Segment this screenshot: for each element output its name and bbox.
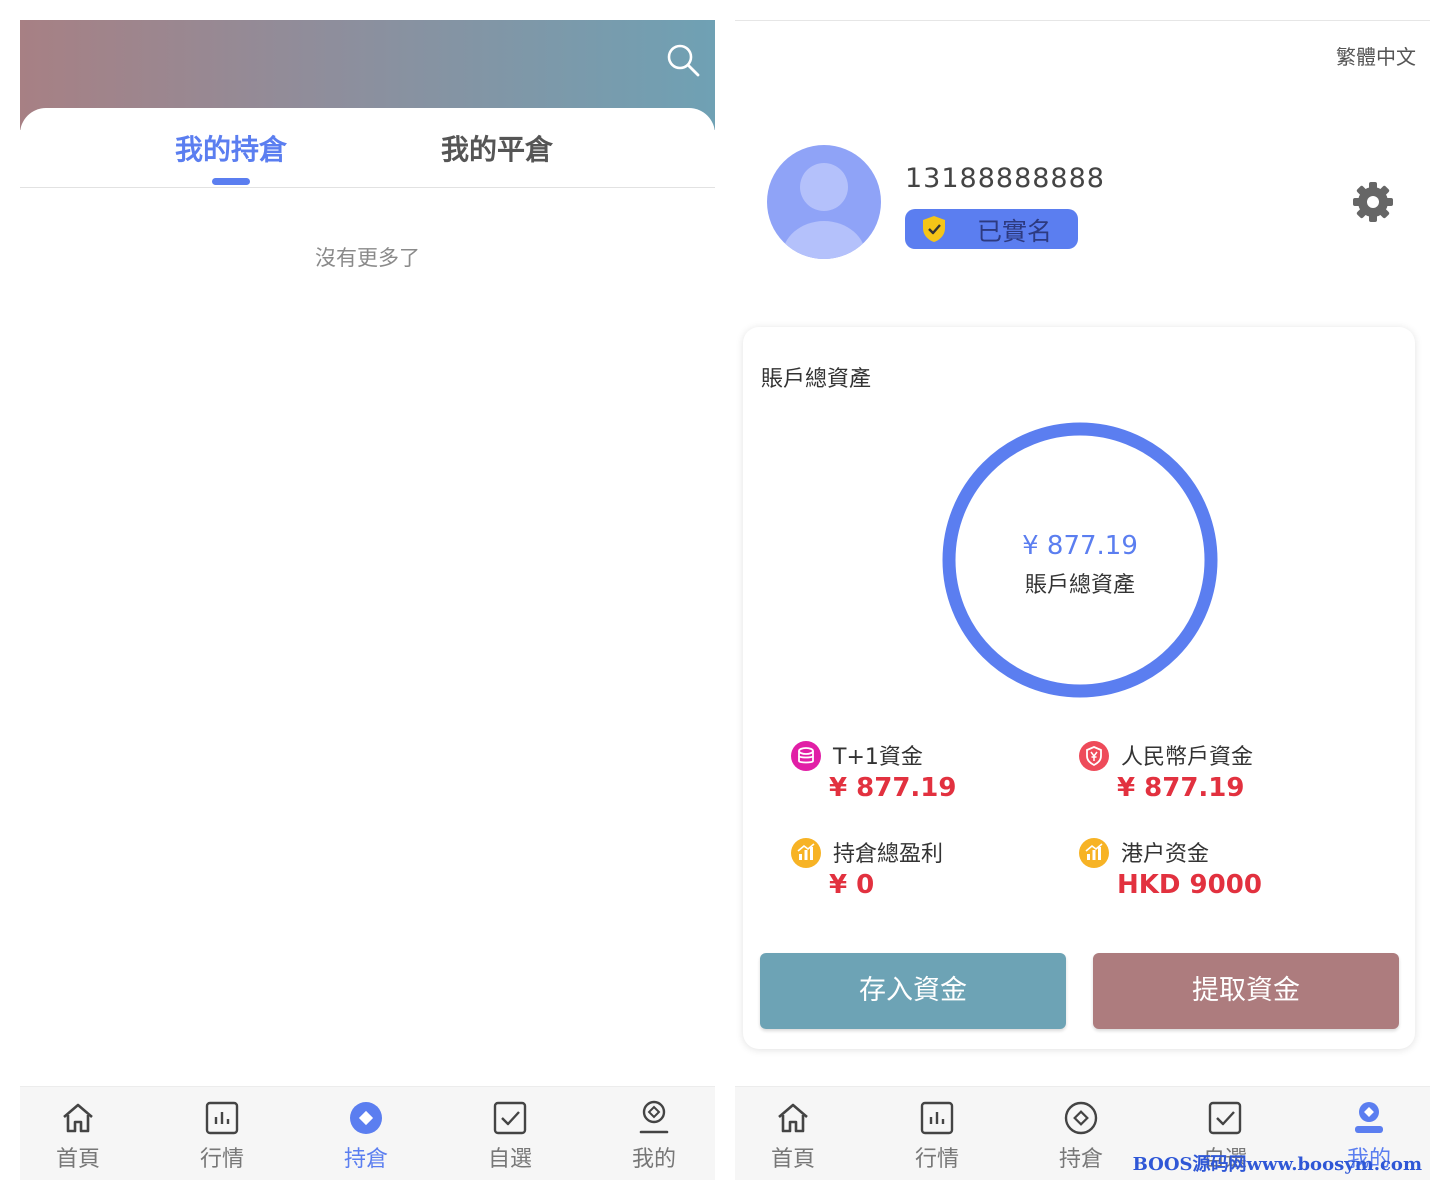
verified-label: 已實名 [977, 217, 1053, 246]
nav-market[interactable]: 行情 [877, 1099, 997, 1173]
assets-card-title: 賬戶總資產 [761, 367, 872, 392]
avatar[interactable] [767, 145, 881, 259]
chart-coin-icon [1079, 838, 1109, 868]
nav-home-label: 首頁 [55, 1147, 100, 1172]
chart-coin-icon [791, 838, 821, 868]
database-coin-icon [791, 741, 821, 771]
nav-mine[interactable]: 我的 [594, 1099, 714, 1173]
verified-badge[interactable]: 已實名 [905, 209, 1078, 249]
tab-my-positions[interactable]: 我的持倉 [175, 128, 287, 168]
stat-t1-funds: T+1資金 ¥ 877.19 [791, 739, 1051, 809]
home-icon [778, 1103, 808, 1133]
nav-home-label: 首頁 [770, 1147, 815, 1172]
nav-positions-label: 持倉 [1058, 1147, 1103, 1172]
nav-home[interactable]: 首頁 [735, 1099, 853, 1173]
nav-positions-label: 持倉 [343, 1147, 388, 1172]
user-icon [1355, 1102, 1383, 1133]
stat-hk-funds-value: HKD 9000 [1117, 870, 1262, 900]
watermark-text: BOOS源码网www.boosym.com [1132, 1154, 1422, 1175]
checkbox-icon [493, 1101, 527, 1135]
nav-positions[interactable]: 持倉 [1021, 1099, 1141, 1173]
user-phone: 13188888888 [905, 163, 1105, 194]
positions-icon [1064, 1101, 1098, 1135]
tab-my-closed-positions[interactable]: 我的平倉 [441, 128, 553, 168]
stat-t1-funds-name: T+1資金 [833, 745, 923, 770]
stat-position-profit: 持倉總盈利 ¥ 0 [791, 836, 1051, 906]
checkbox-icon [1208, 1101, 1242, 1135]
bottom-navigation: 首頁 行情 持倉 自選 我的 [20, 1086, 715, 1180]
nav-watchlist[interactable]: 自選 [450, 1099, 570, 1173]
assets-card: 賬戶總資產 ¥ 877.19 賬戶總資產 T+1資金 ¥ 877.19 人民幣戶… [743, 327, 1415, 1049]
empty-list-text: 沒有更多了 [315, 246, 420, 270]
stat-t1-funds-value: ¥ 877.19 [829, 773, 957, 803]
nav-market-label: 行情 [914, 1147, 959, 1172]
stat-rmb-funds: 人民幣戶資金 ¥ 877.19 [1079, 739, 1379, 809]
account-screen: 繁體中文 13188888888 已實名 賬戶總資產 ¥ 877.19 賬戶總資… [735, 20, 1430, 1180]
stat-position-profit-name: 持倉總盈利 [833, 842, 944, 867]
positions-screen: 我的持倉 我的平倉 沒有更多了 首頁 行情 持倉 自選 我的 [20, 20, 715, 1180]
bar-chart-icon [205, 1101, 239, 1135]
user-icon [639, 1100, 669, 1134]
total-assets-amount: ¥ 877.19 [1022, 531, 1138, 561]
position-tabs: 我的持倉 我的平倉 [20, 108, 715, 188]
nav-home[interactable]: 首頁 [20, 1099, 138, 1173]
deposit-button[interactable]: 存入資金 [760, 953, 1066, 1029]
total-assets-label: 賬戶總資產 [1024, 573, 1135, 598]
home-icon [63, 1103, 93, 1133]
stat-rmb-funds-value: ¥ 877.19 [1117, 773, 1245, 803]
gear-icon[interactable] [1352, 181, 1394, 223]
stat-hk-funds-name: 港户资金 [1121, 842, 1210, 867]
stat-position-profit-value: ¥ 0 [829, 870, 875, 900]
nav-market-label: 行情 [199, 1147, 244, 1172]
active-tab-indicator [212, 178, 250, 185]
yuan-shield-icon [1079, 741, 1109, 771]
nav-mine-label: 我的 [631, 1147, 676, 1172]
bar-chart-icon [920, 1101, 954, 1135]
user-avatar-icon [782, 163, 866, 259]
nav-positions[interactable]: 持倉 [306, 1099, 426, 1173]
stat-rmb-funds-name: 人民幣戶資金 [1121, 745, 1254, 770]
stat-hk-funds: 港户资金 HKD 9000 [1079, 836, 1379, 906]
positions-icon [350, 1102, 382, 1134]
bottom-navigation: 首頁 行情 持倉 自選 我的 BOOS源码网www.boosym.com [735, 1086, 1430, 1180]
shield-check-icon [923, 216, 945, 242]
nav-market[interactable]: 行情 [162, 1099, 282, 1173]
language-switch[interactable]: 繁體中文 [1336, 41, 1416, 70]
nav-watchlist-label: 自選 [487, 1147, 532, 1172]
withdraw-button[interactable]: 提取資金 [1093, 953, 1399, 1029]
search-icon[interactable] [665, 42, 701, 78]
